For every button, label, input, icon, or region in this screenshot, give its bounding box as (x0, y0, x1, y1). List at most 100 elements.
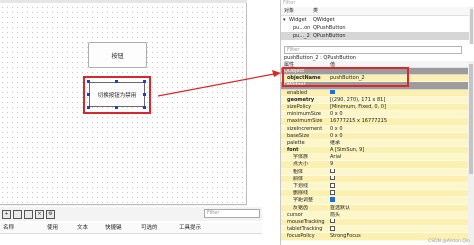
property-name: palette (287, 139, 305, 146)
settings-icon[interactable]: ⚙ (46, 209, 55, 219)
col-used: 使用 (47, 225, 59, 231)
property-name: sizeIncrement (287, 125, 323, 132)
property-value[interactable]: [Minimum, Fixed, 0, 0] (327, 104, 469, 110)
property-row[interactable]: minimumSize 0 x 0 (281, 111, 469, 119)
action-filter-input[interactable]: Filter (204, 209, 260, 218)
property-value[interactable]: [(290, 270), 171 x 81] (327, 97, 469, 103)
object-class: QPushButton (313, 33, 346, 39)
property-value[interactable] (327, 175, 469, 182)
property-name: baseSize (287, 132, 310, 139)
canvas-top-edge (0, 0, 247, 3)
property-row[interactable]: 下划线 (281, 183, 469, 191)
property-filter-input[interactable]: Filter (284, 46, 462, 54)
property-row[interactable]: 字距调整 (281, 197, 469, 205)
property-value[interactable]: 箭头 (327, 212, 469, 218)
property-value[interactable] (327, 226, 469, 232)
property-name: 反锯齿 (293, 204, 309, 211)
checkbox-icon[interactable] (330, 175, 335, 181)
property-value[interactable]: 0 x 0 (327, 111, 469, 117)
property-value[interactable] (327, 190, 469, 196)
property-name: focusPolicy (287, 233, 315, 240)
property-name: cursor (287, 211, 303, 218)
property-row[interactable]: enabled (281, 89, 469, 97)
property-value[interactable]: A [SimSun, 9] (327, 147, 469, 153)
property-row[interactable]: font A [SimSun, 9] (281, 147, 469, 155)
property-row[interactable]: geometry [(290, 270), 171 x 81] (281, 96, 469, 104)
resize-handle-br[interactable] (143, 106, 146, 109)
property-name: 删除线 (293, 190, 309, 197)
checkbox-icon[interactable] (330, 183, 335, 188)
delete-icon[interactable]: × (35, 209, 44, 219)
property-value[interactable] (327, 183, 469, 189)
property-name: sizePolicy (287, 103, 312, 110)
qt-designer-window: 按钮 切换按钮为禁用 + × ⚙ Filter 名称 使用 文本 快捷键 可选的… (0, 0, 474, 245)
resize-handle-bc[interactable] (115, 106, 118, 109)
property-name: maximumSize (287, 118, 323, 125)
property-name: font (287, 147, 299, 154)
action-editor-header: 名称 使用 文本 快捷键 可选的 工具提示 (0, 223, 262, 234)
property-value[interactable] (327, 168, 469, 175)
property-name: mouseTracking (287, 218, 325, 225)
property-row[interactable]: 反锯齿 首选默认 (281, 204, 469, 212)
property-value[interactable]: 16777215 x 16777215 (327, 118, 469, 124)
property-scrollbar[interactable] (468, 61, 474, 245)
tree-row-widget[interactable]: ▾ Widget QWidget (281, 16, 471, 24)
property-row[interactable]: sizeIncrement 0 x 0 (281, 125, 469, 133)
resize-handle-ml[interactable] (87, 93, 90, 96)
col-class: 类 (313, 8, 319, 14)
resize-handle-bl[interactable] (87, 106, 90, 109)
property-value[interactable] (327, 89, 469, 96)
property-row[interactable]: 点大小 9 (281, 161, 469, 169)
property-row[interactable]: 删除线 (281, 190, 469, 198)
property-name: minimumSize (287, 111, 321, 118)
col-text: 文本 (77, 225, 89, 231)
paste-icon[interactable] (24, 209, 33, 219)
resize-handle-tl[interactable] (87, 80, 90, 83)
property-row[interactable]: mouseTracking (281, 218, 469, 227)
new-action-icon[interactable]: + (2, 209, 11, 219)
property-value[interactable]: 9 (327, 161, 469, 167)
tree-row-pushbutton-2[interactable]: pu..._2 QPushButton (281, 32, 471, 40)
property-name: 斜体 (293, 175, 304, 182)
property-value[interactable] (327, 197, 469, 203)
property-row[interactable]: palette 继承 (281, 139, 469, 148)
push-button-1[interactable]: 按钮 (88, 42, 147, 68)
property-value[interactable]: 继承 (327, 140, 469, 146)
property-row[interactable]: 字体族 Arial (281, 154, 469, 162)
push-button-2-selected[interactable]: 切换按钮为禁用 (89, 82, 145, 107)
property-row[interactable]: 斜体 (281, 175, 469, 183)
property-name: geometry (287, 96, 315, 103)
property-value[interactable]: 首选默认 (327, 205, 469, 211)
chevron-down-icon[interactable]: ▾ (281, 17, 289, 23)
checkbox-icon[interactable] (330, 168, 335, 174)
property-list: QObject objectName pushButton_2 QWidget enab… (281, 68, 469, 241)
property-value[interactable]: Arial (327, 154, 469, 160)
checkbox-icon[interactable] (330, 197, 335, 202)
objectname-highlight-box (282, 67, 409, 87)
resize-handle-tc[interactable] (115, 80, 118, 83)
property-row[interactable]: tabletTracking (281, 226, 469, 234)
property-row[interactable]: cursor 箭头 (281, 211, 469, 219)
property-row[interactable]: 粗体 (281, 168, 469, 176)
tree-row-pushbutton[interactable]: pu...on QPushButton (281, 24, 471, 32)
property-name: 粗体 (293, 168, 304, 175)
property-value[interactable]: 0 x 0 (327, 133, 469, 139)
resize-handle-mr[interactable] (143, 93, 146, 96)
property-row[interactable]: sizePolicy [Minimum, Fixed, 0, 0] (281, 103, 469, 112)
object-filter-input[interactable]: Filter (281, 0, 471, 7)
col-name: 名称 (3, 225, 15, 231)
resize-handle-tr[interactable] (143, 80, 146, 83)
checkbox-icon[interactable] (330, 226, 335, 231)
checkbox-icon[interactable] (330, 89, 335, 95)
property-row[interactable]: baseSize 0 x 0 (281, 132, 469, 140)
property-value[interactable] (327, 218, 469, 225)
copy-icon[interactable] (13, 209, 22, 219)
watermark: CSDN @Alston.Qin (428, 239, 470, 244)
object-name: pu...on (293, 25, 311, 31)
checkbox-icon[interactable] (330, 218, 335, 224)
checkbox-icon[interactable] (330, 190, 335, 195)
object-inspector-header: 对象 类 (281, 7, 471, 16)
col-tooltip: 工具提示 (179, 225, 202, 231)
property-value[interactable]: 0 x 0 (327, 126, 469, 132)
property-row[interactable]: maximumSize 16777215 x 16777215 (281, 118, 469, 126)
